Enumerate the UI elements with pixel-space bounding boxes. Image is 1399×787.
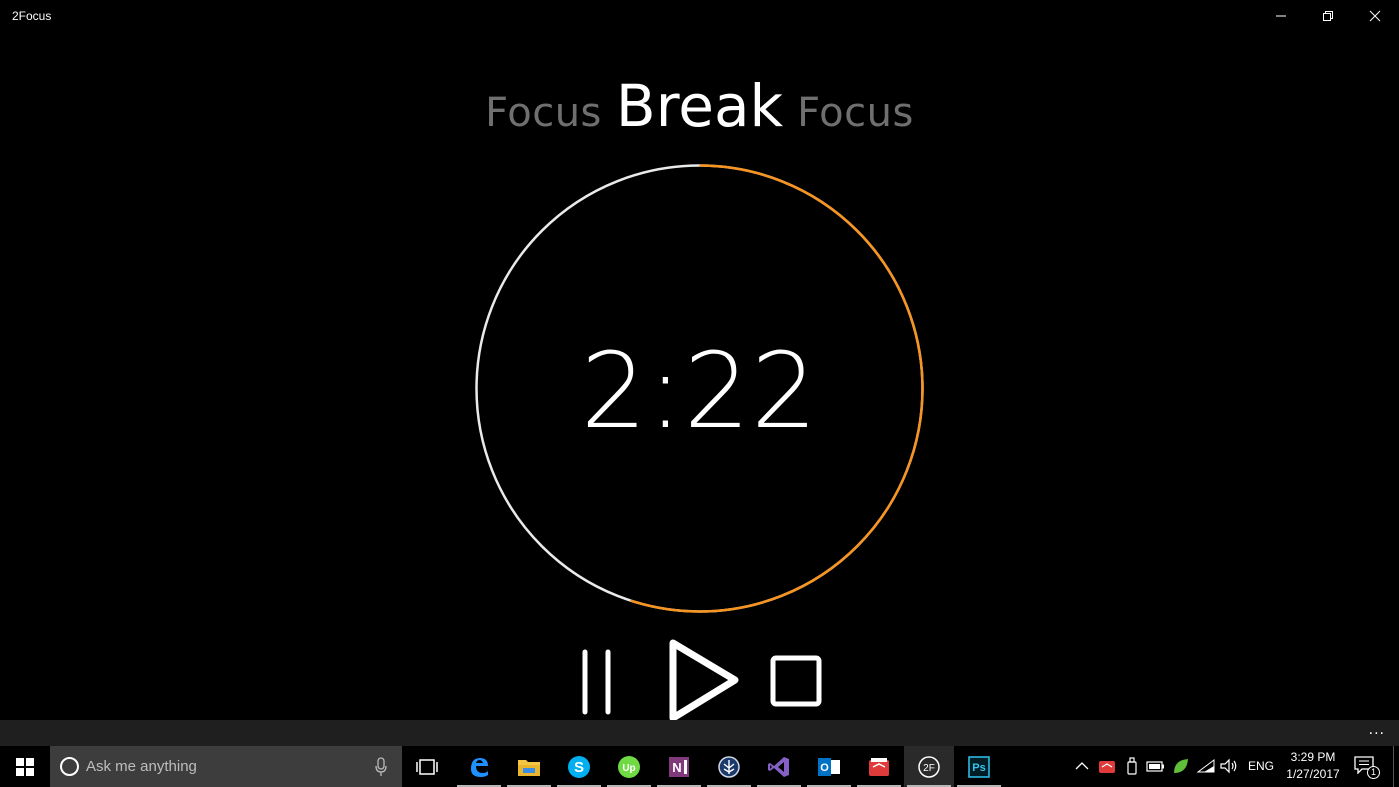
restore-button[interactable] xyxy=(1305,0,1351,32)
taskbar-app-skype[interactable]: S xyxy=(554,746,604,787)
more-options-button[interactable]: ... xyxy=(1369,722,1385,738)
timer-display: 2:22 xyxy=(580,330,819,452)
action-center-button[interactable]: 1 xyxy=(1352,754,1380,780)
cortana-icon xyxy=(60,757,79,776)
minimize-button[interactable] xyxy=(1258,0,1304,32)
start-button[interactable] xyxy=(0,746,50,787)
app-command-bar: ... xyxy=(0,720,1399,746)
windows-taskbar: S Up N O xyxy=(0,746,1399,787)
task-view-button[interactable] xyxy=(402,746,452,787)
notification-count-badge: 1 xyxy=(1367,766,1380,779)
usb-drive-icon xyxy=(1127,757,1137,775)
task-view-icon xyxy=(416,758,438,775)
upwork-icon: Up xyxy=(618,755,640,778)
show-hidden-icons-button[interactable] xyxy=(1072,756,1092,776)
taskbar-app-zapya[interactable] xyxy=(704,746,754,787)
wunderlist-tray-icon xyxy=(1099,761,1115,773)
play-icon xyxy=(669,639,739,722)
minimize-icon xyxy=(1276,15,1286,17)
next-phase-label: Focus xyxy=(797,90,914,136)
tray-usb-device[interactable] xyxy=(1122,756,1142,776)
svg-text:Ps: Ps xyxy=(972,762,985,774)
photoshop-icon: Ps xyxy=(968,755,990,778)
stop-button[interactable] xyxy=(768,653,824,709)
play-button[interactable] xyxy=(664,634,744,724)
onenote-icon: N xyxy=(669,756,689,777)
close-button[interactable] xyxy=(1352,0,1398,32)
restore-icon xyxy=(1323,11,1333,21)
phase-indicator: Focus Break Focus xyxy=(0,72,1399,140)
tray-app-green[interactable] xyxy=(1171,756,1191,776)
clock-date: 1/27/2017 xyxy=(1286,767,1340,781)
windows-logo-icon xyxy=(16,757,34,776)
taskbar-app-2focus[interactable]: 2F xyxy=(904,746,954,787)
stop-icon xyxy=(770,655,822,707)
microphone-icon[interactable] xyxy=(374,757,388,777)
current-phase-label: Break xyxy=(615,72,784,140)
zapya-icon xyxy=(718,755,740,778)
cortana-search-box[interactable] xyxy=(50,746,402,787)
taskbar-app-edge[interactable] xyxy=(454,746,504,787)
pause-icon xyxy=(582,649,611,715)
show-desktop-button[interactable] xyxy=(1393,746,1394,787)
speaker-icon xyxy=(1220,758,1237,774)
svg-text:O: O xyxy=(820,762,829,774)
svg-text:S: S xyxy=(574,759,584,776)
svg-text:Up: Up xyxy=(622,763,635,774)
skype-icon: S xyxy=(568,755,590,778)
taskbar-app-photoshop[interactable]: Ps xyxy=(954,746,1004,787)
search-input[interactable] xyxy=(86,746,366,787)
close-icon xyxy=(1369,10,1381,22)
pause-button[interactable] xyxy=(578,648,616,716)
tray-volume[interactable] xyxy=(1219,756,1239,776)
clock-time: 3:29 PM xyxy=(1290,750,1336,764)
wifi-icon xyxy=(1196,759,1215,773)
title-bar: 2Focus xyxy=(0,0,1399,32)
visual-studio-icon xyxy=(768,756,789,777)
input-language-indicator[interactable]: ENG xyxy=(1248,759,1274,773)
tray-network[interactable] xyxy=(1196,756,1216,776)
taskbar-app-upwork[interactable]: Up xyxy=(604,746,654,787)
leaf-icon xyxy=(1174,759,1188,773)
edge-icon xyxy=(471,757,488,777)
outlook-icon: O xyxy=(818,757,840,776)
taskbar-app-wunderlist[interactable] xyxy=(854,746,904,787)
battery-icon xyxy=(1146,761,1164,772)
svg-text:2F: 2F xyxy=(923,763,935,774)
folder-icon xyxy=(518,759,540,776)
taskbar-app-visual-studio[interactable] xyxy=(754,746,804,787)
window-title: 2Focus xyxy=(12,9,52,23)
taskbar-app-file-explorer[interactable] xyxy=(504,746,554,787)
tray-wunderlist[interactable] xyxy=(1097,756,1117,776)
wunderlist-icon xyxy=(869,757,889,776)
taskbar-app-outlook[interactable]: O xyxy=(804,746,854,787)
tray-battery[interactable] xyxy=(1146,756,1166,776)
system-clock[interactable]: 3:29 PM 1/27/2017 xyxy=(1280,749,1346,783)
svg-text:N: N xyxy=(672,760,681,775)
previous-phase-label: Focus xyxy=(485,90,602,136)
chevron-up-icon xyxy=(1075,762,1089,770)
2focus-icon: 2F xyxy=(918,755,940,778)
taskbar-app-onenote[interactable]: N xyxy=(654,746,704,787)
